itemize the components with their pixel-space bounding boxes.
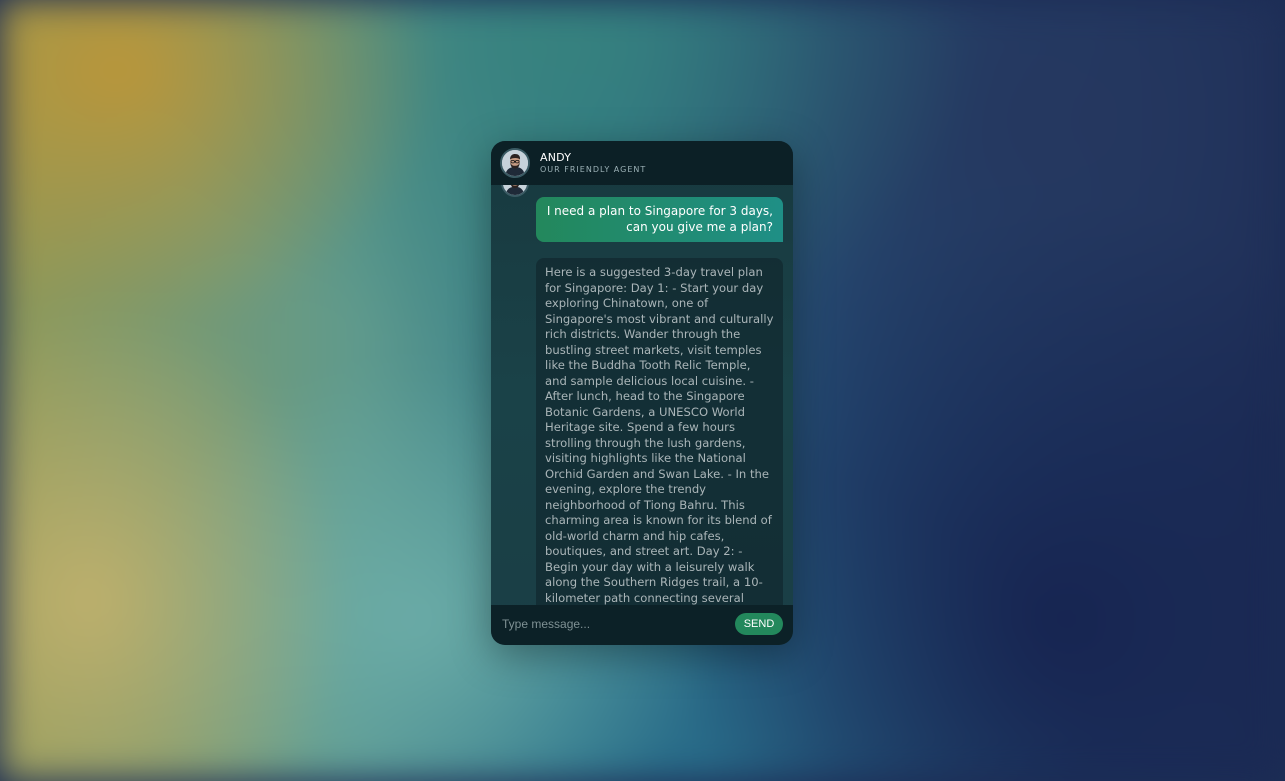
message-list[interactable]: I need a plan to Singapore for 3 days, c… <box>491 185 793 605</box>
send-button[interactable]: SEND <box>735 613 783 635</box>
agent-message: Here is a suggested 3-day travel plan fo… <box>536 258 783 605</box>
user-message: I need a plan to Singapore for 3 days, c… <box>536 197 783 242</box>
agent-avatar-small <box>501 185 529 197</box>
agent-avatar <box>500 148 530 178</box>
agent-role: OUR FRIENDLY AGENT <box>540 165 647 174</box>
agent-avatar-icon <box>503 185 527 195</box>
agent-name: ANDY <box>540 151 572 164</box>
chat-header: ANDY OUR FRIENDLY AGENT <box>491 141 793 185</box>
message-input[interactable] <box>497 613 737 635</box>
message-composer: SEND <box>491 605 793 645</box>
chat-widget: ANDY OUR FRIENDLY AGENT I need a plan to… <box>491 141 793 645</box>
agent-avatar-icon <box>502 150 528 176</box>
